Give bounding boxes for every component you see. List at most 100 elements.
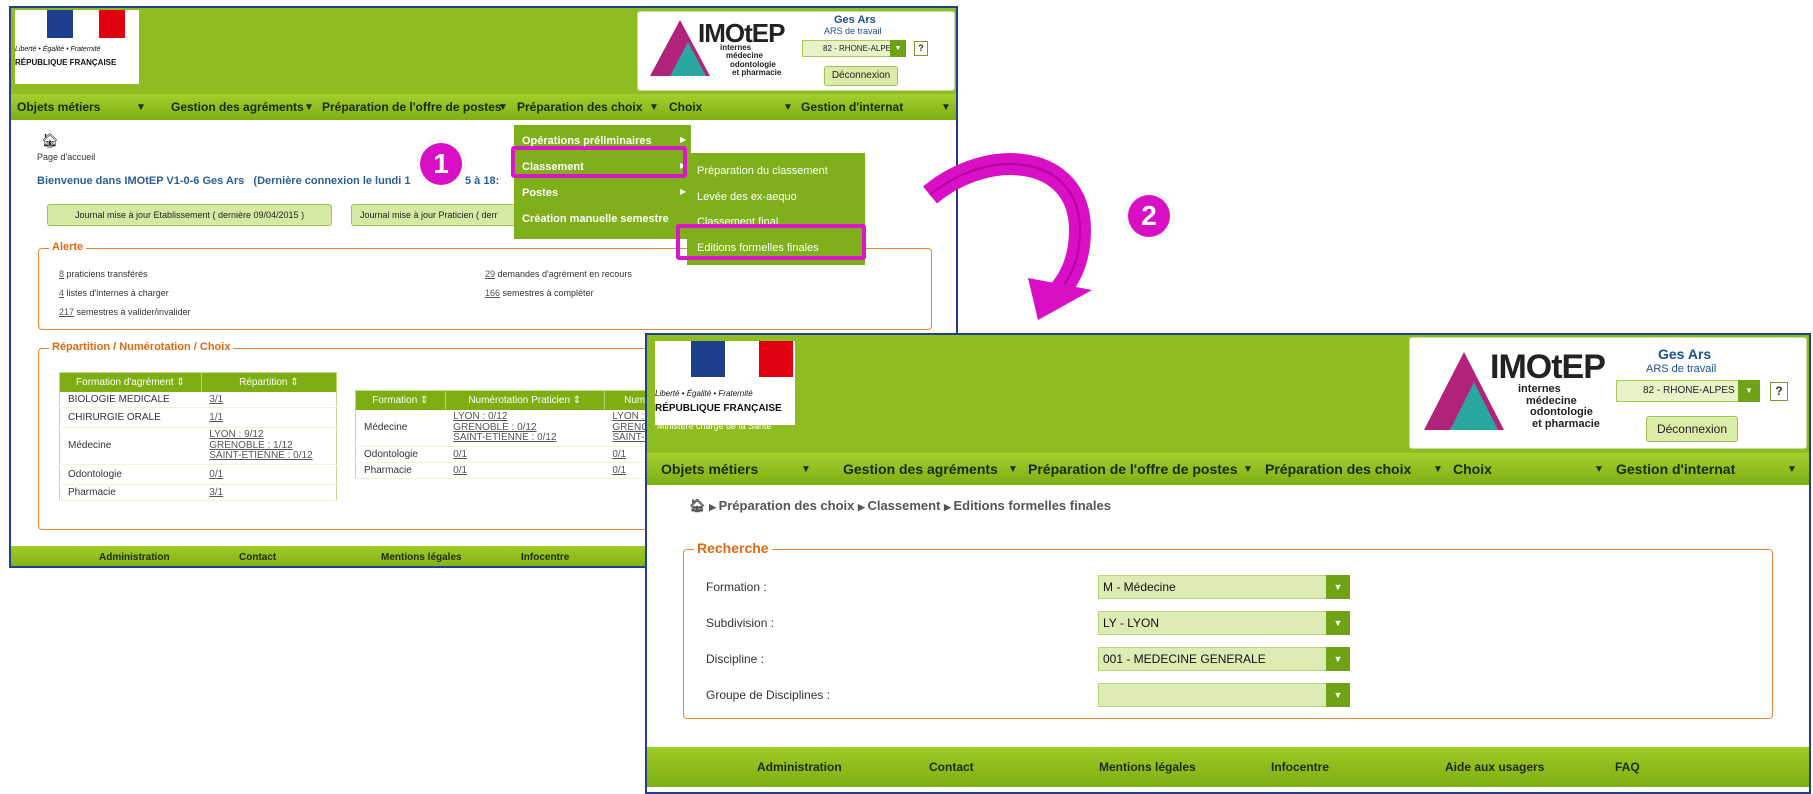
groupe-disciplines-select[interactable]: ▼ <box>1098 683 1350 707</box>
footer-faq-link[interactable]: FAQ <box>1615 760 1640 774</box>
chevron-down-icon[interactable]: ▼ <box>1326 683 1350 707</box>
alerte-legend: Alerte <box>49 241 87 253</box>
rf-motto: Liberté • Égalité • Fraternité <box>15 46 101 53</box>
discipline-select[interactable]: 001 - MEDECINE GENERALE ▼ <box>1098 647 1350 671</box>
chevron-down-icon[interactable]: ▼ <box>890 40 906 57</box>
highlight-editions <box>676 224 866 260</box>
table-row: Médecine LYON : 0/12 GRENOBLE : 0/12 SAINT-… <box>355 410 685 447</box>
editions-window: Liberté • Égalité • Fraternité RÉPUBLIQU… <box>645 333 1811 794</box>
repartition-table: Formation d'agrément ⇕ Répartition ⇕ BIOL… <box>59 372 338 501</box>
table-row: Pharmacie 0/1 0/1 <box>355 462 685 479</box>
discipline-label: Discipline : <box>706 652 765 666</box>
main-nav: Objets métiers ▼ Gestion des agréments ▼ P… <box>647 453 1809 485</box>
footer-administration-link[interactable]: Administration <box>99 552 170 563</box>
alert-item: 8 praticiens transférés <box>59 269 148 279</box>
welcome-text: Bienvenue dans IMOtEP V1-0-6 Ges Ars (De… <box>37 175 411 187</box>
footer-mentions-link[interactable]: Mentions légales <box>1099 760 1196 774</box>
menu-preparation-choix: Opérations préliminaires ▶ Classement ▶ Po… <box>514 125 691 239</box>
table-header[interactable]: Formation ⇕ <box>355 390 446 410</box>
footer-contact-link[interactable]: Contact <box>929 760 974 774</box>
header: Liberté • Égalité • Fraternité RÉPUBLIQU… <box>11 8 956 94</box>
subdivision-select[interactable]: LY - LYON ▼ <box>1098 611 1350 635</box>
table-header[interactable]: Formation d'agrément ⇕ <box>59 372 202 392</box>
step-2-badge: 2 <box>1125 192 1173 240</box>
table-row: Médecine LYON : 9/12 GRENOBLE : 1/12 SAINT-… <box>59 427 337 465</box>
menu-item-postes[interactable]: Postes <box>522 187 558 199</box>
step-arrow <box>922 153 1092 320</box>
page-label: Page d'accueil <box>37 152 96 162</box>
table-row: Odontologie 0/1 <box>59 464 337 485</box>
user-name: Ges Ars <box>834 14 876 26</box>
rf-name: RÉPUBLIQUE FRANÇAISE <box>655 403 782 414</box>
logout-button[interactable]: Déconnexion <box>824 66 898 86</box>
table-row: Odontologie 0/1 0/1 <box>355 446 685 463</box>
table-row: CHIRURGIE ORALE 1/1 <box>59 407 337 428</box>
imotep-subtitle: internes médecine odontologie et pharmacie <box>1518 383 1600 430</box>
breadcrumb: 🏠︎ ▶ Préparation des choix ▶ Classement … <box>689 498 1111 513</box>
groupe-disciplines-label: Groupe de Disciplines : <box>706 688 831 702</box>
help-button[interactable]: ? <box>914 41 928 56</box>
nav-gestion-internat[interactable]: Gestion d'internat <box>1616 461 1735 477</box>
nav-gestion-internat[interactable]: Gestion d'internat <box>801 100 903 114</box>
menu-item-preparation-classement[interactable]: Préparation du classement <box>697 165 828 177</box>
rf-name: RÉPUBLIQUE FRANÇAISE <box>15 58 117 67</box>
nav-preparation-choix[interactable]: Préparation des choix <box>517 100 642 114</box>
footer-aide-link[interactable]: Aide aux usagers <box>1445 760 1544 774</box>
chevron-down-icon[interactable]: ▼ <box>1738 380 1760 402</box>
journal-etablissement-button[interactable]: Journal mise à jour Etablissement ( dern… <box>47 204 332 226</box>
footer: Administration Contact Mentions légales … <box>647 747 1809 787</box>
formation-label: Formation : <box>706 580 767 594</box>
numerotation-table: Formation ⇕Numérotation Praticien ⇕Numér… <box>355 390 686 479</box>
imotep-panel: IMOtEP internes médecine odontologie et pha… <box>637 11 955 91</box>
breadcrumb-item: Editions formelles finales <box>953 498 1111 513</box>
journal-praticien-button[interactable]: Journal mise à jour Praticien ( derr <box>351 204 521 226</box>
step-1-badge: 1 <box>417 140 465 188</box>
main-nav: Objets métiers ▼ Gestion des agréments ▼ P… <box>11 94 956 120</box>
chevron-down-icon[interactable]: ▼ <box>1326 611 1350 635</box>
imotep-title: IMOtEP <box>1490 348 1606 386</box>
footer-infocentre-link[interactable]: Infocentre <box>521 552 569 563</box>
ministry-label: Ministère chargé de la Santé <box>15 72 105 79</box>
ministry-label: Ministère chargé de la Santé <box>657 421 772 431</box>
table-header[interactable]: Numérotation Praticien ⇕ <box>445 390 605 410</box>
menu-item-creation-semestre[interactable]: Création manuelle semestre <box>522 213 669 225</box>
region-select[interactable]: 82 - RHONE-ALPES ▼ <box>1616 380 1760 402</box>
nav-objets-metiers[interactable]: Objets métiers <box>17 100 100 114</box>
imotep-panel: IMOtEP internes médecine odontologie et pha… <box>1409 337 1807 449</box>
table-header[interactable]: Répartition ⇕ <box>201 372 338 392</box>
nav-gestion-agrements[interactable]: Gestion des agréments <box>171 100 304 114</box>
alert-item: 166 semestres à compléter <box>485 288 594 298</box>
recherche-legend: Recherche <box>694 540 772 556</box>
breadcrumb-item[interactable]: Préparation des choix <box>719 498 855 513</box>
header: Liberté • Égalité • Fraternité RÉPUBLIQU… <box>647 335 1809 453</box>
table-row: BIOLOGIE MEDICALE 3/1 <box>59 392 337 408</box>
alert-item: 4 listes d'internes à charger <box>59 288 169 298</box>
home-icon[interactable]: 🏠︎ <box>689 498 706 513</box>
subdivision-label: Subdivision : <box>706 616 775 630</box>
nav-choix[interactable]: Choix <box>1453 461 1492 477</box>
nav-preparation-offre[interactable]: Préparation de l'offre de postes <box>322 100 502 114</box>
footer-contact-link[interactable]: Contact <box>239 552 276 563</box>
formation-select[interactable]: M - Médecine ▼ <box>1098 575 1350 599</box>
nav-objets-metiers[interactable]: Objets métiers <box>661 461 758 477</box>
nav-preparation-choix[interactable]: Préparation des choix <box>1265 461 1411 477</box>
nav-choix[interactable]: Choix <box>669 100 702 114</box>
footer-mentions-link[interactable]: Mentions légales <box>381 552 462 563</box>
footer-administration-link[interactable]: Administration <box>757 760 842 774</box>
region-select[interactable]: 82 - RHONE-ALPES ▼ <box>802 40 906 57</box>
recherche-fieldset: Recherche Formation : M - Médecine ▼ Subd… <box>683 540 1773 719</box>
home-icon[interactable]: 🏠︎ <box>41 132 59 149</box>
logout-button[interactable]: Déconnexion <box>1646 416 1738 442</box>
nav-preparation-offre[interactable]: Préparation de l'offre de postes <box>1028 461 1238 477</box>
footer-infocentre-link[interactable]: Infocentre <box>1271 760 1329 774</box>
alert-item: 29 demandes d'agrément en recours <box>485 269 632 279</box>
alert-item: 217 semestres à valider/invalider <box>59 307 191 317</box>
menu-item-levee-exaequo[interactable]: Levée des ex-aequo <box>697 191 797 203</box>
help-button[interactable]: ? <box>1770 382 1788 401</box>
nav-gestion-agrements[interactable]: Gestion des agréments <box>843 461 998 477</box>
chevron-down-icon[interactable]: ▼ <box>1326 575 1350 599</box>
chevron-down-icon[interactable]: ▼ <box>1326 647 1350 671</box>
table-row: Pharmacie 3/1 <box>59 484 337 501</box>
breadcrumb-item[interactable]: Classement <box>867 498 940 513</box>
user-role: ARS de travail <box>824 26 882 36</box>
